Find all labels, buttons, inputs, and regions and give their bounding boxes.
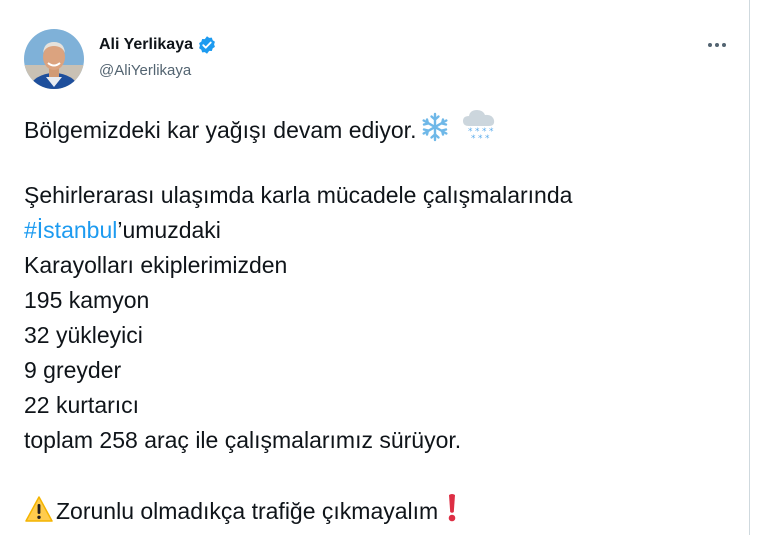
svg-text:*: * [471, 134, 476, 142]
tweet-spacer [24, 143, 724, 178]
tweet-line-8: 22 kurtarıcı [24, 392, 140, 418]
tweet-line-7: 9 greyder [24, 357, 122, 383]
tweet-line-6: 32 yükleyici [24, 322, 143, 348]
hashtag-link[interactable]: #İstanbul [24, 217, 117, 243]
tweet-line-10: Zorunlu olmadıkça trafiğe çıkmayalım [24, 493, 724, 528]
verified-badge-icon [197, 35, 217, 55]
avatar-photo [24, 29, 84, 89]
red-exclamation-icon [446, 493, 458, 523]
tweet-line-9: toplam 258 araç ile çalışmalarımız sürüy… [24, 427, 462, 453]
display-name[interactable]: Ali Yerlikaya [99, 36, 193, 54]
warning-icon [24, 495, 54, 523]
snowflake-icon [420, 112, 450, 142]
avatar[interactable] [24, 29, 84, 89]
svg-text:*: * [485, 134, 490, 142]
tweet-line-2: Şehirlerarası ulaşımda karla mücadele ça… [24, 182, 573, 208]
tweet-text: Bölgemizdeki kar yağışı devam ediyor. * … [24, 108, 724, 528]
cloud-with-snow-icon: * * * * * * * [460, 108, 498, 142]
tweet-line-4: Karayolları ekiplerimizden [24, 252, 288, 278]
svg-text:*: * [478, 134, 483, 142]
tweet-card: Ali Yerlikaya @AliYerlikaya Bölgemizdeki… [0, 0, 750, 535]
name-row: Ali Yerlikaya [99, 35, 217, 55]
tweet-line-3: #İstanbul’umuzdaki [24, 217, 221, 243]
tweet-line-1: Bölgemizdeki kar yağışı devam ediyor. * … [24, 108, 724, 143]
tweet-line-5: 195 kamyon [24, 287, 150, 313]
svg-text:*: * [489, 127, 494, 137]
user-handle[interactable]: @AliYerlikaya [99, 62, 191, 79]
more-horizontal-icon[interactable] [702, 35, 732, 55]
tweet-spacer [24, 458, 724, 493]
